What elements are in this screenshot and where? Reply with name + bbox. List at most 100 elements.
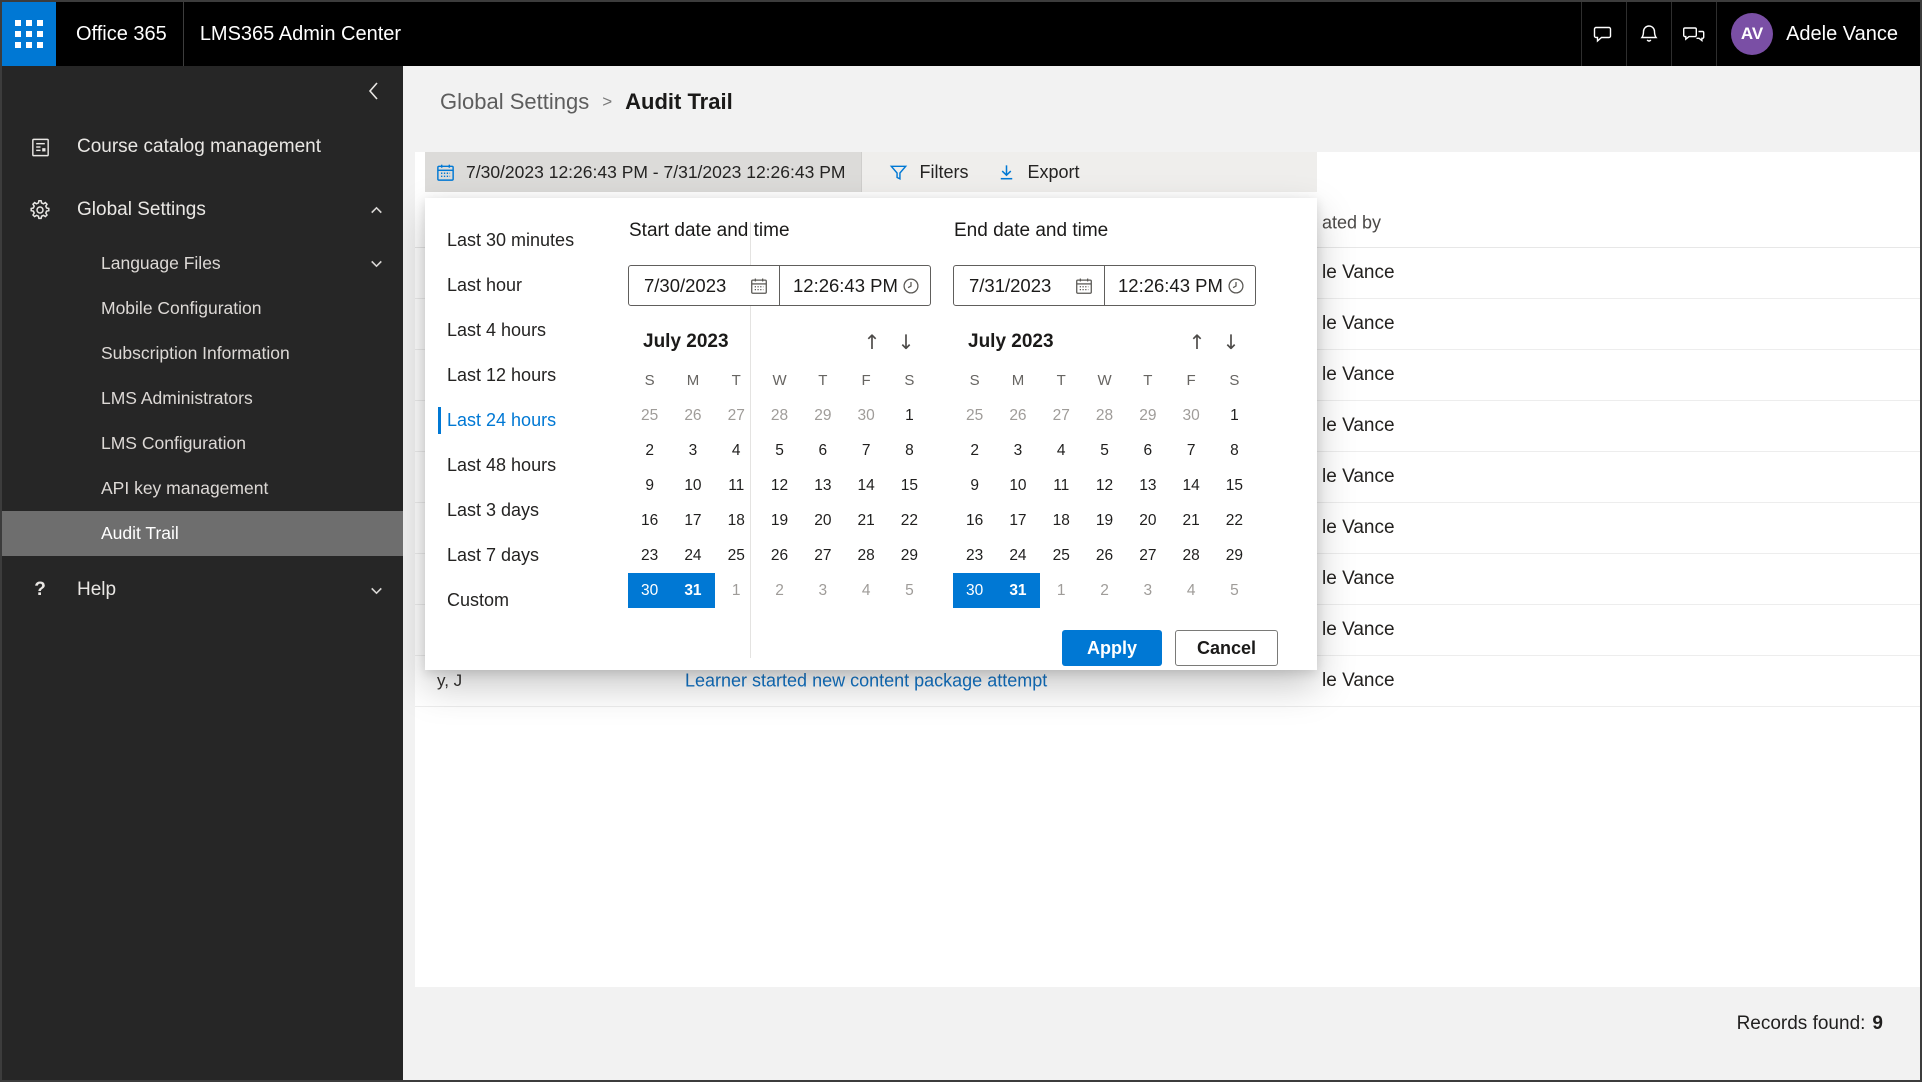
calendar-day-selected[interactable]: 31 [996, 573, 1040, 608]
calendar-day[interactable]: 20 [1126, 503, 1169, 538]
calendar-day[interactable]: 6 [801, 433, 844, 468]
sidebar-subitem-language-files[interactable]: Language Files [2, 241, 403, 286]
sidebar-item-help[interactable]: ? Help [2, 564, 403, 616]
calendar-day[interactable]: 25 [715, 538, 758, 573]
start-date-input[interactable]: 7/30/2023 [629, 266, 780, 305]
calendar-day[interactable]: 4 [1169, 573, 1212, 608]
calendar-day[interactable]: 22 [1213, 503, 1256, 538]
calendar-day[interactable]: 5 [1083, 433, 1126, 468]
feedback-button[interactable] [1671, 2, 1716, 66]
calendar-day[interactable]: 3 [996, 433, 1039, 468]
date-range-button[interactable]: 7/30/2023 12:26:43 PM - 7/31/2023 12:26:… [425, 152, 863, 192]
calendar-day-selected[interactable]: 30 [628, 573, 672, 608]
calendar-day[interactable]: 21 [1169, 503, 1212, 538]
calendar-day[interactable]: 25 [953, 398, 996, 433]
calendar-day[interactable]: 17 [671, 503, 714, 538]
calendar-day[interactable]: 9 [628, 468, 671, 503]
calendar-day[interactable]: 3 [1126, 573, 1169, 608]
app-launcher-button[interactable] [2, 2, 56, 66]
calendar-day[interactable]: 29 [801, 398, 844, 433]
arrow-up-icon[interactable]: ↑ [855, 327, 889, 357]
calendar-day[interactable]: 26 [996, 398, 1039, 433]
audit-event-link[interactable]: Learner started new content package atte… [685, 671, 1047, 692]
calendar-day[interactable]: 21 [844, 503, 887, 538]
calendar-day[interactable]: 2 [953, 433, 996, 468]
calendar-day[interactable]: 23 [953, 538, 996, 573]
calendar-day[interactable]: 30 [1169, 398, 1212, 433]
notifications-button[interactable] [1626, 2, 1671, 66]
calendar-day[interactable]: 8 [888, 433, 931, 468]
start-time-input[interactable]: 12:26:43 PM [780, 266, 930, 305]
calendar-day[interactable]: 8 [1213, 433, 1256, 468]
calendar-day[interactable]: 24 [671, 538, 714, 573]
filters-button[interactable]: Filters [874, 152, 982, 192]
calendar-day[interactable]: 26 [1083, 538, 1126, 573]
column-header-created-by[interactable]: ated by [1322, 212, 1381, 233]
calendar-day[interactable]: 13 [801, 468, 844, 503]
calendar-day[interactable]: 16 [628, 503, 671, 538]
brand-label[interactable]: Office 365 [76, 23, 167, 46]
calendar-day[interactable]: 28 [844, 538, 887, 573]
calendar-day[interactable]: 29 [1126, 398, 1169, 433]
calendar-day[interactable]: 14 [844, 468, 887, 503]
calendar-day[interactable]: 11 [715, 468, 758, 503]
calendar-day[interactable]: 16 [953, 503, 996, 538]
export-button[interactable]: Export [982, 152, 1093, 192]
calendar-day[interactable]: 10 [671, 468, 714, 503]
calendar-day[interactable]: 9 [953, 468, 996, 503]
calendar-day[interactable]: 5 [758, 433, 801, 468]
calendar-day[interactable]: 5 [1213, 573, 1256, 608]
sidebar-item-global-settings[interactable]: Global Settings [2, 184, 403, 236]
end-time-input[interactable]: 12:26:43 PM [1105, 266, 1255, 305]
calendar-day[interactable]: 30 [844, 398, 887, 433]
calendar-day[interactable]: 26 [671, 398, 714, 433]
calendar-day[interactable]: 27 [1126, 538, 1169, 573]
cancel-button[interactable]: Cancel [1175, 630, 1278, 666]
calendar-day[interactable]: 25 [628, 398, 671, 433]
calendar-day[interactable]: 3 [801, 573, 844, 608]
calendar-day[interactable]: 28 [758, 398, 801, 433]
calendar-day[interactable]: 14 [1169, 468, 1212, 503]
calendar-day[interactable]: 1 [888, 398, 931, 433]
calendar-day[interactable]: 17 [996, 503, 1039, 538]
calendar-day[interactable]: 12 [1083, 468, 1126, 503]
sidebar-subitem-mobile-configuration[interactable]: Mobile Configuration [2, 286, 403, 331]
calendar-day[interactable]: 18 [1040, 503, 1083, 538]
calendar-day[interactable]: 6 [1126, 433, 1169, 468]
calendar-day[interactable]: 1 [1040, 573, 1083, 608]
sidebar-subitem-api-key-management[interactable]: API key management [2, 466, 403, 511]
calendar-day[interactable]: 3 [671, 433, 714, 468]
calendar-day[interactable]: 26 [758, 538, 801, 573]
calendar-day[interactable]: 23 [628, 538, 671, 573]
calendar-day[interactable]: 1 [715, 573, 758, 608]
calendar-day[interactable]: 7 [1169, 433, 1212, 468]
account-menu[interactable]: AV Adele Vance [1716, 2, 1920, 66]
calendar-day[interactable]: 18 [715, 503, 758, 538]
calendar-day[interactable]: 7 [844, 433, 887, 468]
calendar-day[interactable]: 4 [715, 433, 758, 468]
calendar-day[interactable]: 15 [888, 468, 931, 503]
calendar-day[interactable]: 22 [888, 503, 931, 538]
calendar-day[interactable]: 10 [996, 468, 1039, 503]
sidebar-subitem-lms-administrators[interactable]: LMS Administrators [2, 376, 403, 421]
calendar-day[interactable]: 19 [758, 503, 801, 538]
calendar-day[interactable]: 13 [1126, 468, 1169, 503]
calendar-day[interactable]: 28 [1083, 398, 1126, 433]
calendar-day-selected[interactable]: 30 [953, 573, 997, 608]
arrow-up-icon[interactable]: ↑ [1180, 327, 1214, 357]
calendar-day[interactable]: 5 [888, 573, 931, 608]
sidebar-collapse-button[interactable] [359, 76, 389, 106]
sidebar-subitem-audit-trail[interactable]: Audit Trail [2, 511, 403, 556]
sidebar-subitem-lms-configuration[interactable]: LMS Configuration [2, 421, 403, 466]
arrow-down-icon[interactable]: ↓ [1214, 327, 1248, 357]
calendar-day[interactable]: 25 [1040, 538, 1083, 573]
calendar-day[interactable]: 12 [758, 468, 801, 503]
chat-button[interactable] [1581, 2, 1626, 66]
calendar-day[interactable]: 2 [628, 433, 671, 468]
calendar-day[interactable]: 27 [1040, 398, 1083, 433]
calendar-day[interactable]: 2 [758, 573, 801, 608]
calendar-day[interactable]: 11 [1040, 468, 1083, 503]
calendar-day[interactable]: 4 [1040, 433, 1083, 468]
calendar-day[interactable]: 28 [1169, 538, 1212, 573]
calendar-day[interactable]: 29 [1213, 538, 1256, 573]
